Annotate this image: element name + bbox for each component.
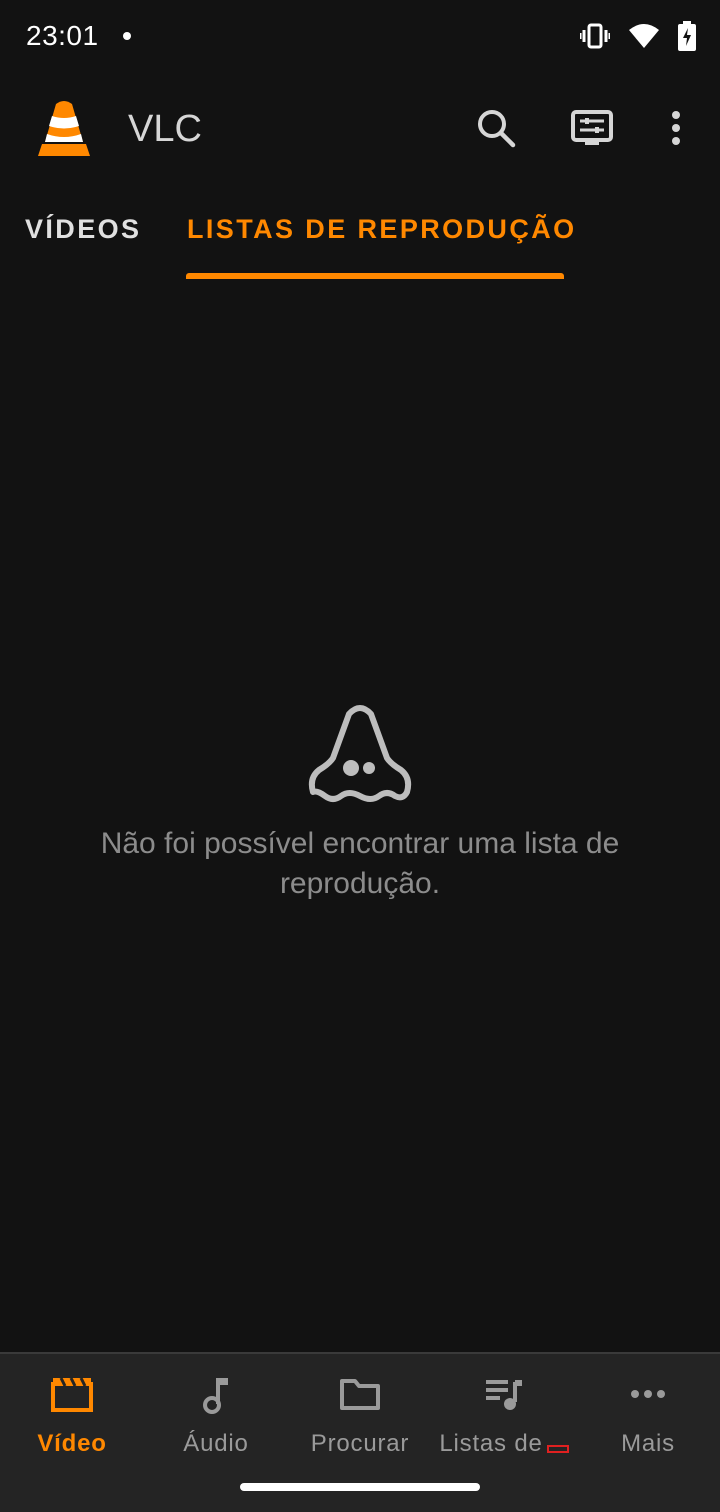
notification-dot bbox=[122, 32, 131, 40]
nav-video-label: Vídeo bbox=[37, 1430, 107, 1457]
nav-playlists-text: Listas de bbox=[439, 1430, 543, 1457]
app-bar: VLC bbox=[0, 86, 720, 174]
nav-more[interactable]: Mais bbox=[576, 1372, 720, 1472]
movie-icon bbox=[50, 1372, 94, 1416]
cast-renderer-icon bbox=[571, 108, 613, 153]
tab-selected-indicator bbox=[186, 273, 564, 279]
tab-playlists[interactable]: LISTAS DE REPRODUÇÃO bbox=[187, 214, 577, 245]
home-indicator[interactable] bbox=[240, 1483, 480, 1491]
more-horiz-icon bbox=[626, 1372, 670, 1416]
nav-audio[interactable]: Áudio bbox=[144, 1372, 288, 1472]
search-icon bbox=[476, 108, 516, 153]
tab-videos[interactable]: VÍDEOS bbox=[25, 214, 141, 245]
nav-playlists-label: Listas de bbox=[439, 1430, 569, 1458]
nav-more-label: Mais bbox=[621, 1430, 675, 1457]
renderer-button[interactable] bbox=[564, 102, 620, 158]
vlc-logo bbox=[34, 98, 94, 158]
battery-charging-icon bbox=[678, 21, 696, 51]
nav-browse[interactable]: Procurar bbox=[288, 1372, 432, 1472]
nav-browse-label: Procurar bbox=[310, 1430, 410, 1457]
truncation-marker bbox=[546, 1445, 569, 1453]
playlist-icon bbox=[482, 1372, 526, 1416]
music-note-icon bbox=[194, 1372, 238, 1416]
status-left: 23:01 bbox=[26, 20, 131, 52]
nav-video[interactable]: Vídeo bbox=[0, 1372, 144, 1472]
app-title: VLC bbox=[128, 108, 202, 150]
vibrate-icon bbox=[580, 22, 610, 50]
more-vert-icon bbox=[670, 110, 682, 151]
status-bar: 23:01 bbox=[0, 0, 720, 72]
search-button[interactable] bbox=[468, 102, 524, 158]
screen: 23:01 VLC VÍDEOS LISTAS DE REPRODUÇÃO Nã… bbox=[0, 0, 720, 1512]
ghost-cone-icon bbox=[0, 700, 720, 810]
wifi-icon bbox=[628, 23, 660, 49]
status-time: 23:01 bbox=[26, 20, 99, 51]
empty-state: Não foi possível encontrar uma lista de … bbox=[0, 700, 720, 904]
tab-bar: VÍDEOS LISTAS DE REPRODUÇÃO bbox=[0, 192, 720, 280]
nav-playlists[interactable]: Listas de bbox=[432, 1372, 576, 1472]
overflow-menu-button[interactable] bbox=[648, 102, 704, 158]
nav-audio-label: Áudio bbox=[183, 1430, 249, 1457]
empty-message: Não foi possível encontrar uma lista de … bbox=[100, 827, 620, 900]
status-right bbox=[580, 21, 696, 51]
folder-icon bbox=[338, 1372, 382, 1416]
